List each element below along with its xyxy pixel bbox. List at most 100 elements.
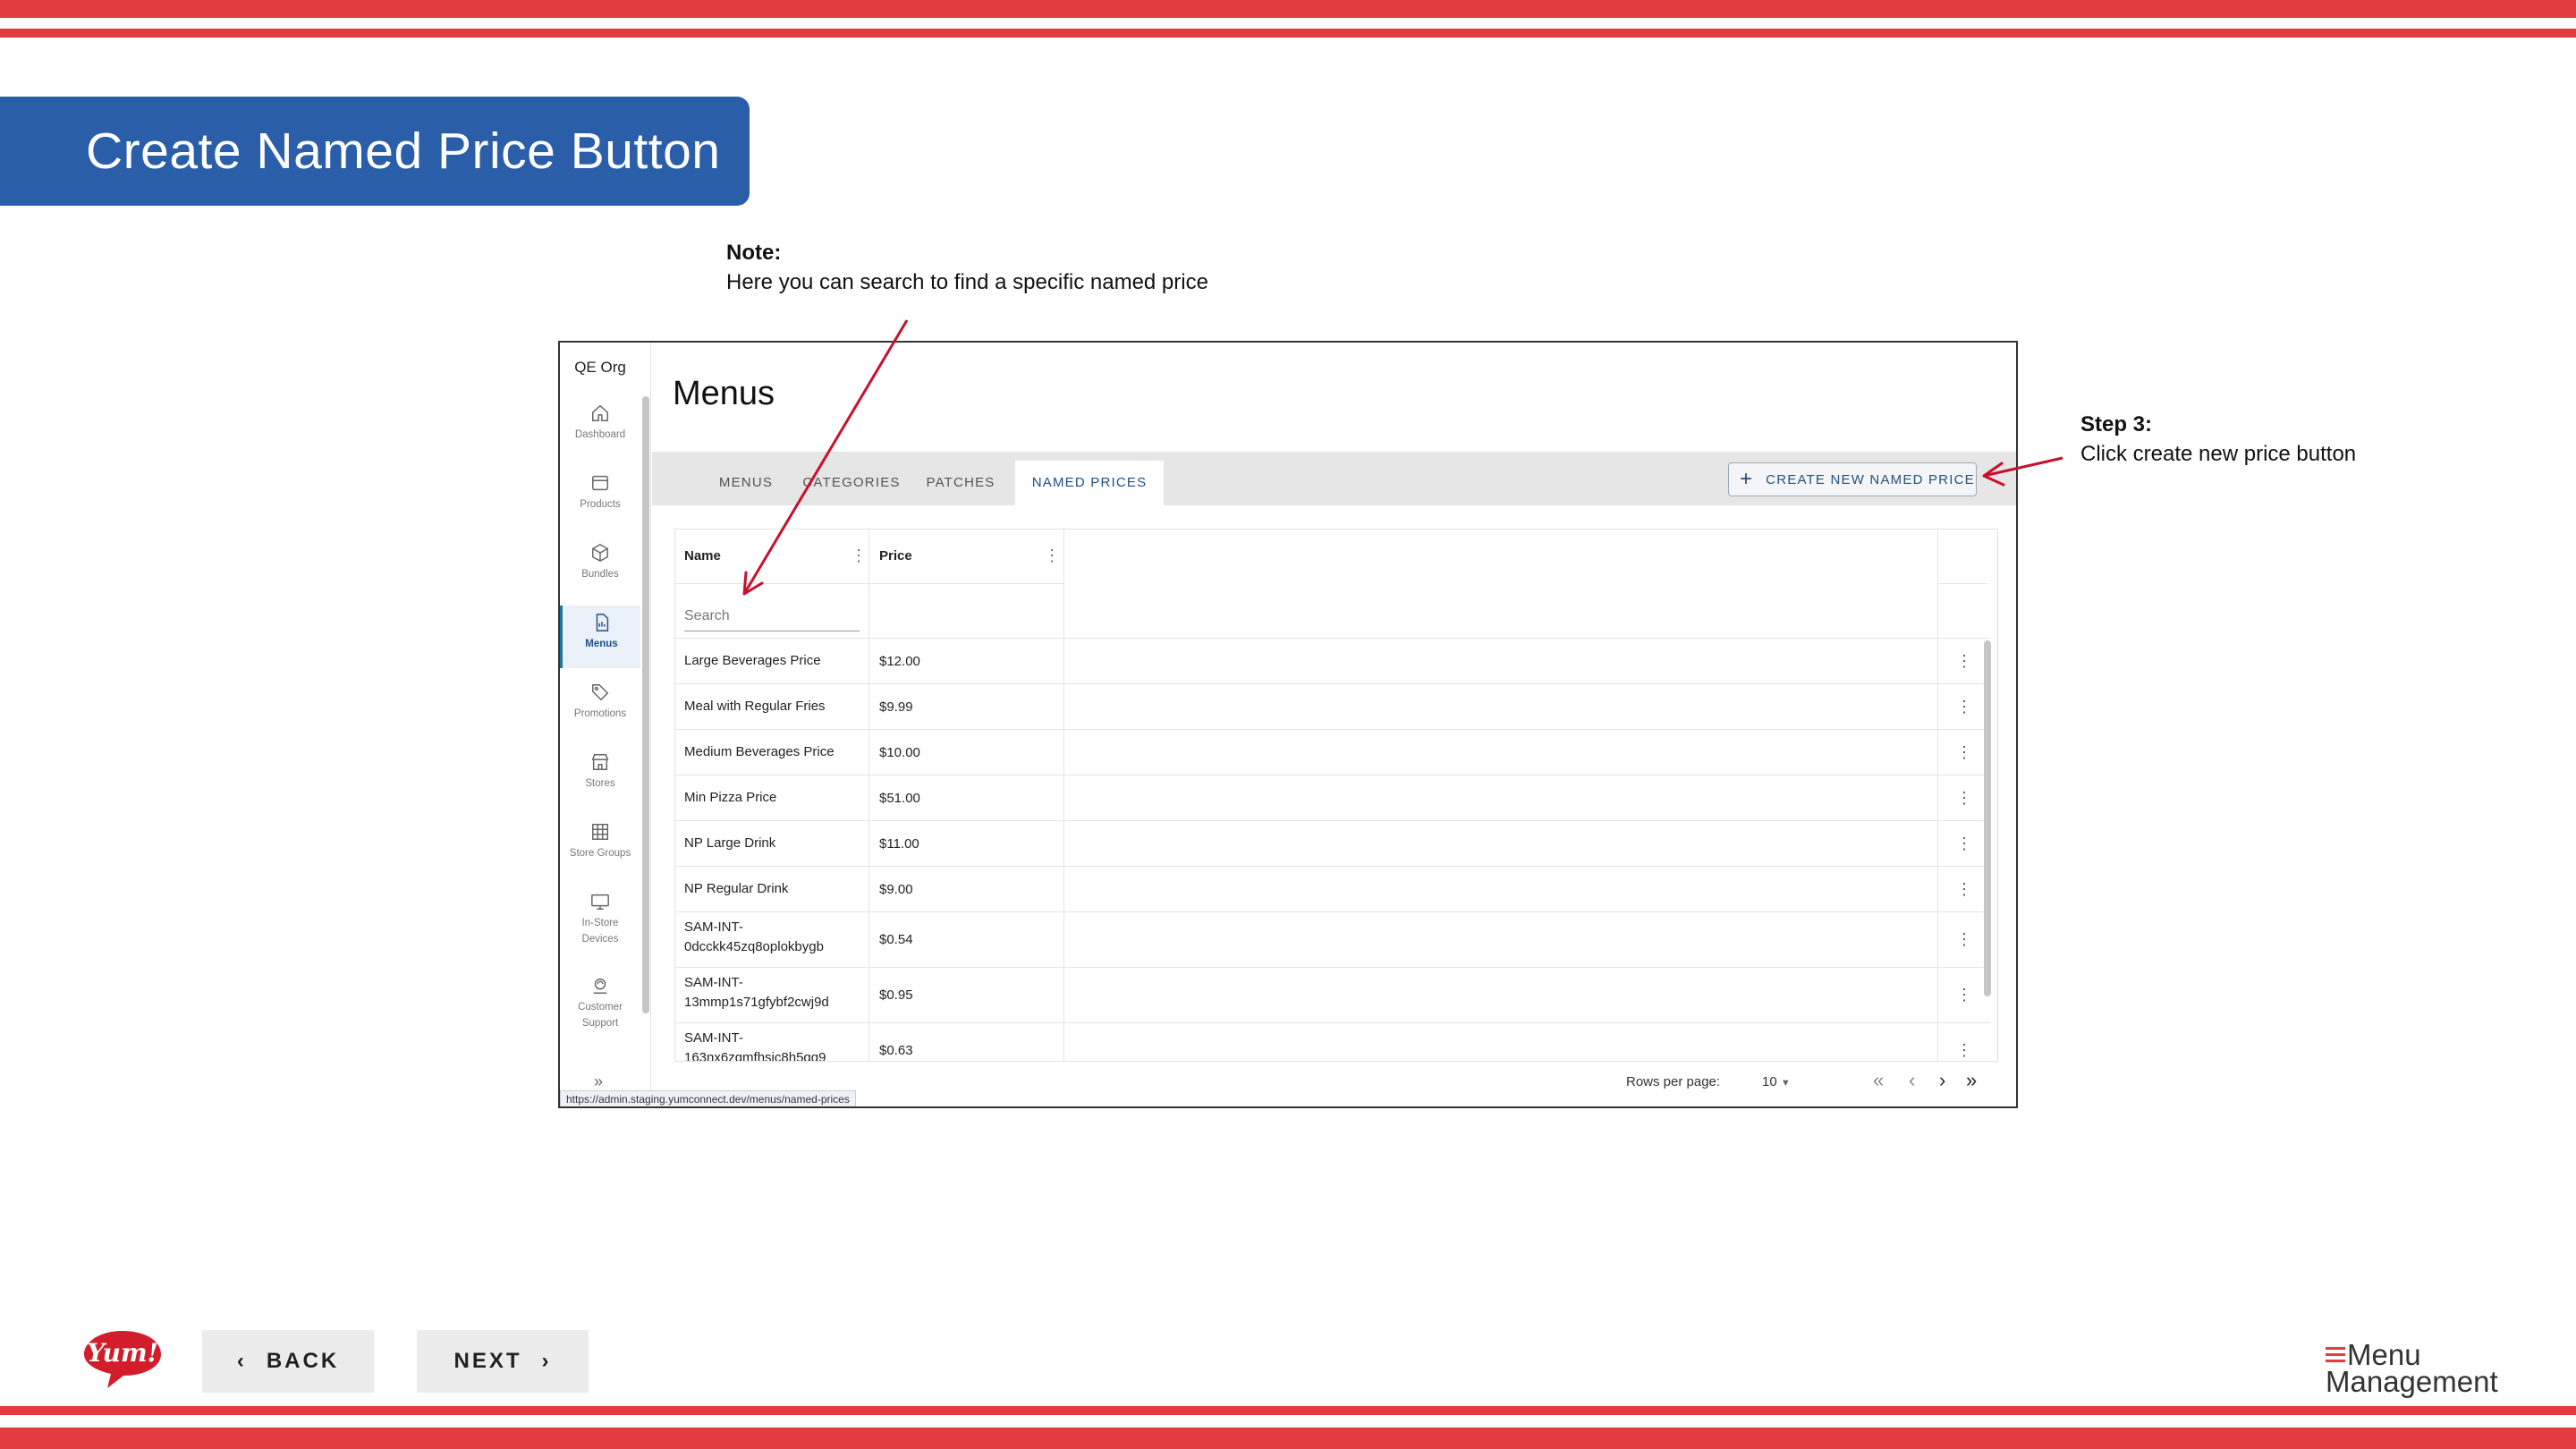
price-cell: $0.63 [879, 1043, 913, 1058]
sidebar-scrollbar[interactable] [642, 396, 649, 1013]
header-divider [675, 583, 1063, 584]
search-input[interactable]: Search [684, 601, 860, 631]
table-row[interactable]: Medium Beverages Price $10.00 ⋮ [675, 730, 1990, 775]
sidebar-item-dashboard[interactable]: Dashboard [560, 396, 640, 459]
table-scrollbar[interactable] [1984, 640, 1991, 996]
price-cell: $51.00 [879, 790, 920, 806]
chevron-down-icon: ▼ [1780, 1078, 1791, 1089]
name-cell: Medium Beverages Price [684, 744, 835, 759]
name-cell: NP Regular Drink [684, 881, 789, 896]
table-row[interactable]: SAM-INT- 163nx6zqmfhsjc8h5qq9 $0.63 ⋮ [675, 1023, 1990, 1062]
row-menu-icon[interactable]: ⋮ [1956, 789, 1972, 808]
slide-title: Create Named Price Button [86, 123, 721, 180]
sidebar-item-in-store-devices[interactable]: In-Store Devices [560, 885, 640, 962]
step-callout: Step 3: Click create new price button [2080, 410, 2356, 469]
sidebar-item-store-groups[interactable]: Store Groups [560, 815, 640, 877]
header-divider [1937, 583, 1987, 584]
storefront-icon [591, 754, 609, 770]
sidebar-item-bundles[interactable]: Bundles [560, 536, 640, 598]
table-row[interactable]: Meal with Regular Fries $9.99 ⋮ [675, 684, 1990, 730]
name-cell: Meal with Regular Fries [684, 699, 826, 714]
table-row[interactable]: SAM-INT- 13mmp1s71gfybf2cwj9d $0.95 ⋮ [675, 968, 1990, 1023]
chevron-right-icon: › [541, 1349, 552, 1373]
previous-page-icon[interactable]: ‹ [1909, 1069, 1915, 1092]
row-menu-icon[interactable]: ⋮ [1956, 986, 1972, 1004]
tab-menus[interactable]: MENUS [708, 461, 784, 505]
row-menu-icon[interactable]: ⋮ [1956, 698, 1972, 716]
yum-logo-text: Yum! [87, 1338, 158, 1368]
rows-per-page-value: 10 [1762, 1074, 1777, 1089]
sidebar-item-label: Dashboard [574, 429, 626, 440]
next-button-label: NEXT [453, 1349, 522, 1373]
tag-icon [592, 684, 609, 701]
row-menu-icon[interactable]: ⋮ [1956, 1041, 1972, 1060]
table-row[interactable]: SAM-INT- 0dcckk45zq8oplokbygb $0.54 ⋮ [675, 912, 1990, 968]
name-cell: SAM-INT- 0dcckk45zq8oplokbygb [684, 919, 824, 954]
tab-patches[interactable]: PATCHES [919, 461, 1003, 505]
menu-management-logo: Menu Management [2326, 1340, 2498, 1398]
note-heading: Note: [726, 241, 782, 265]
name-cell: NP Large Drink [684, 835, 776, 851]
expand-sidebar-icon[interactable]: » [594, 1072, 603, 1091]
row-menu-icon[interactable]: ⋮ [1956, 880, 1972, 899]
back-button[interactable]: ‹ BACK [202, 1330, 374, 1393]
box-icon [592, 475, 608, 491]
tab-named-prices[interactable]: NAMED PRICES [1015, 461, 1164, 505]
column-menu-icon[interactable]: ⋮ [1044, 547, 1060, 564]
cube-icon [592, 543, 608, 563]
next-page-icon[interactable]: › [1939, 1069, 1945, 1092]
sidebar-item-label: Products [580, 499, 621, 510]
title-banner: Create Named Price Button [0, 97, 750, 206]
sidebar-item-customer-support[interactable]: Customer Support [560, 969, 640, 1046]
bottom-stripe-2 [0, 1428, 2576, 1449]
logo-line-2: Management [2326, 1365, 2498, 1398]
price-cell: $0.54 [879, 932, 913, 947]
document-icon [596, 614, 608, 631]
next-button[interactable]: NEXT › [417, 1330, 589, 1393]
note-text: Here you can search to find a specific n… [726, 270, 1208, 294]
last-page-icon[interactable]: » [1966, 1069, 1977, 1092]
create-new-named-price-button[interactable]: + CREATE NEW NAMED PRICE [1728, 462, 1977, 496]
price-cell: $0.95 [879, 987, 913, 1003]
table-row[interactable]: Large Beverages Price $12.00 ⋮ [675, 639, 1990, 684]
row-menu-icon[interactable]: ⋮ [1956, 835, 1972, 853]
sidebar-item-label: Promotions [573, 708, 627, 719]
sidebar-item-label: Menus [585, 639, 618, 649]
price-cell: $9.00 [879, 881, 913, 897]
create-button-label: CREATE NEW NAMED PRICE [1766, 471, 1975, 487]
sidebar: QE Org Dashboard Products Bundles Menus … [560, 343, 651, 1106]
sidebar-item-menus[interactable]: Menus [560, 606, 640, 668]
column-header-name[interactable]: Name [684, 530, 721, 583]
sidebar-item-stores[interactable]: Stores [560, 745, 640, 808]
sidebar-item-products[interactable]: Products [560, 466, 640, 529]
name-cell: SAM-INT- 163nx6zqmfhsjc8h5qq9 [684, 1030, 826, 1062]
row-menu-icon[interactable]: ⋮ [1956, 930, 1972, 949]
first-page-icon[interactable]: « [1873, 1069, 1884, 1092]
page-title: Menus [673, 375, 775, 412]
top-stripe-1 [0, 0, 2576, 18]
step-heading: Step 3: [2080, 412, 2153, 436]
sidebar-item-label: Stores [585, 778, 615, 789]
home-icon [592, 404, 608, 421]
tab-categories[interactable]: CATEGORIES [797, 461, 906, 505]
sidebar-item-label: Customer Support [578, 1002, 623, 1029]
table-row[interactable]: NP Regular Drink $9.00 ⋮ [675, 867, 1990, 912]
named-prices-table: Name ⋮ Price ⋮ Search Large Beverages Pr… [674, 529, 1998, 1062]
row-menu-icon[interactable]: ⋮ [1956, 652, 1972, 671]
top-stripe-2 [0, 29, 2576, 38]
sidebar-item-label: Bundles [581, 569, 619, 580]
note-callout: Note: Here you can search to find a spec… [726, 238, 1208, 297]
price-cell: $11.00 [879, 835, 919, 852]
column-header-price[interactable]: Price [879, 530, 912, 583]
table-pagination: Rows per page: 10 ▼ « ‹ › » [674, 1062, 1998, 1106]
yum-logo: Yum! [84, 1331, 161, 1388]
table-row[interactable]: NP Large Drink $11.00 ⋮ [675, 821, 1990, 867]
row-menu-icon[interactable]: ⋮ [1956, 743, 1972, 762]
price-cell: $10.00 [879, 744, 920, 760]
rows-per-page-select[interactable]: 10 ▼ [1762, 1074, 1791, 1089]
sidebar-item-promotions[interactable]: Promotions [560, 675, 640, 738]
step-text: Click create new price button [2080, 442, 2357, 466]
back-button-label: BACK [266, 1349, 340, 1373]
table-row[interactable]: Min Pizza Price $51.00 ⋮ [675, 775, 1990, 821]
column-menu-icon[interactable]: ⋮ [851, 547, 867, 564]
